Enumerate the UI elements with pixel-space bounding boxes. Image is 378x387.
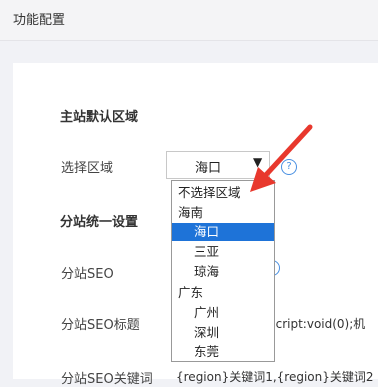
red-arrow-icon bbox=[250, 124, 313, 192]
